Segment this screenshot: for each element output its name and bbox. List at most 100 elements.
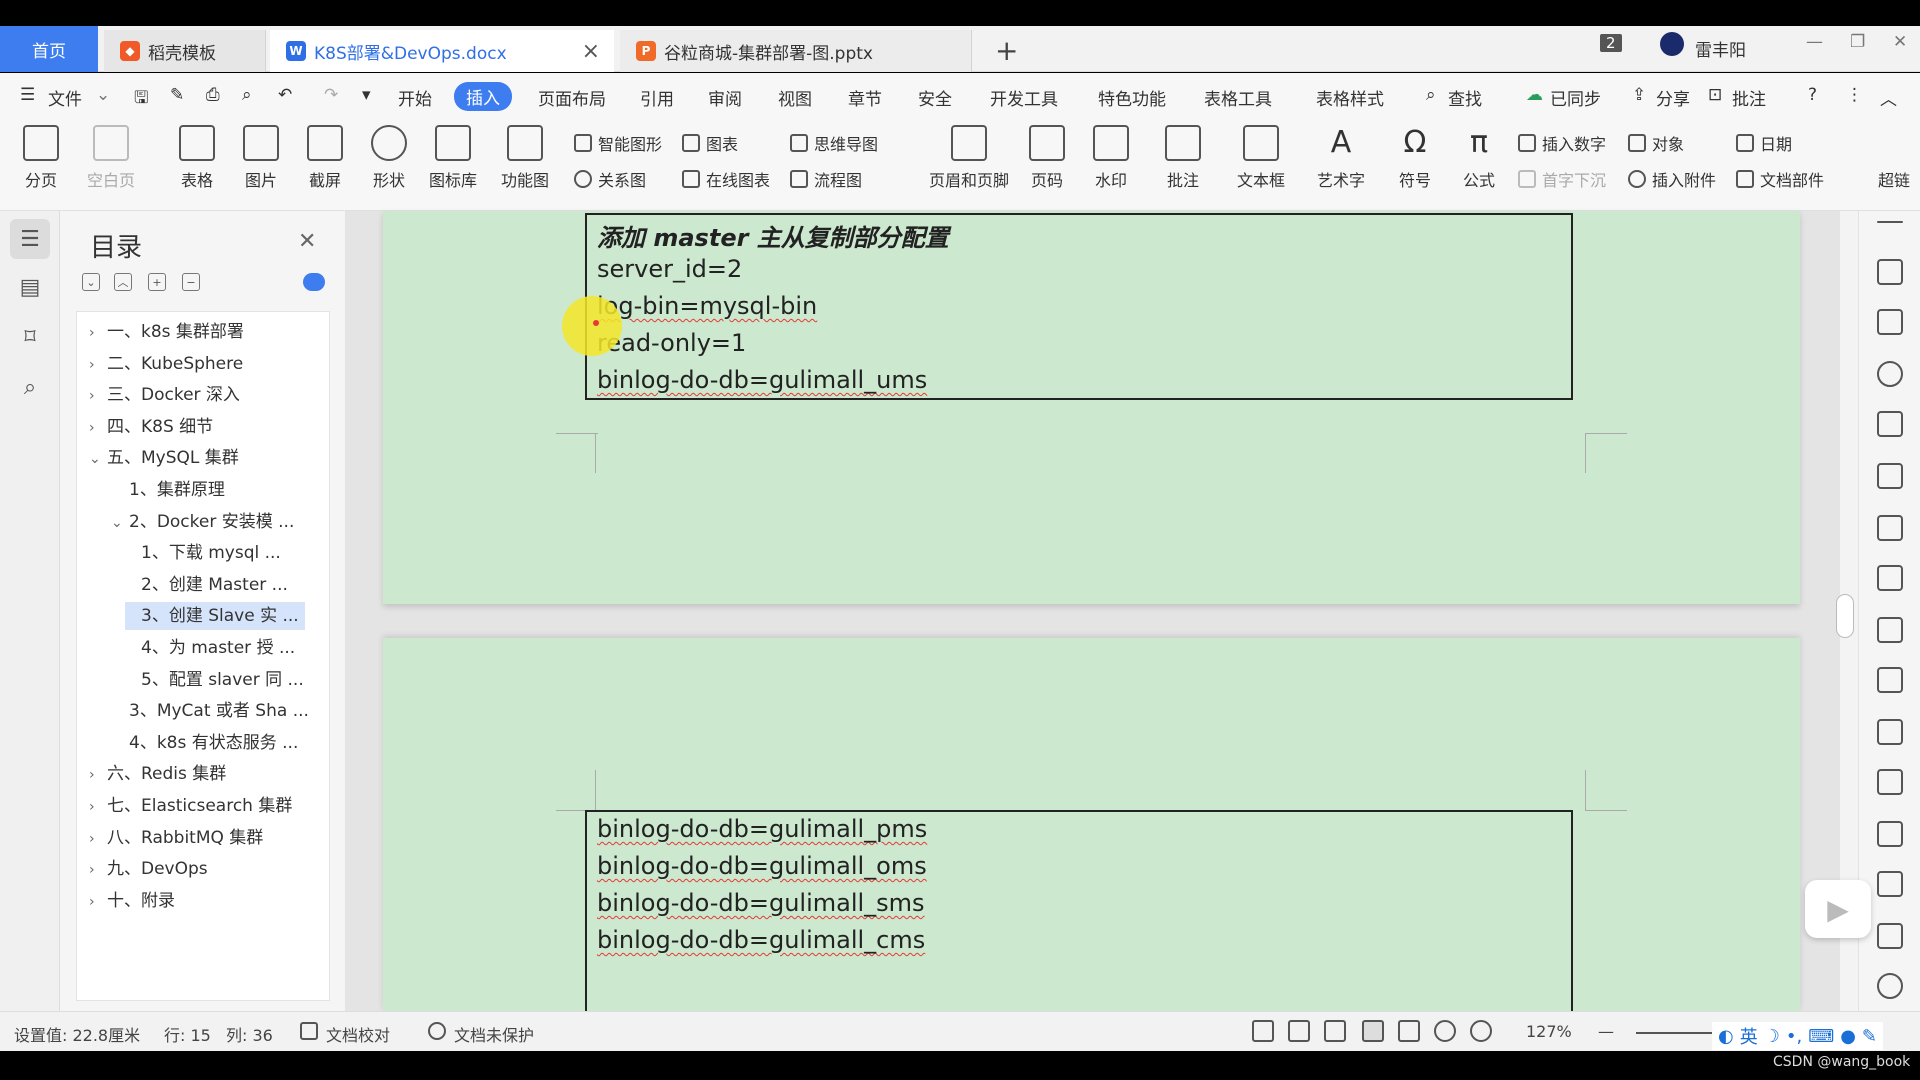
shapes-icon[interactable] (1877, 411, 1903, 437)
video-play-icon[interactable]: ▶ (1805, 880, 1871, 938)
toc-item[interactable]: › 一、k8s 集群部署 (77, 318, 329, 346)
tab-doc[interactable]: W K8S部署&DevOps.docx × (270, 30, 614, 72)
chevron-right-icon[interactable]: › (89, 825, 107, 852)
toc-item[interactable]: 1、下载 mysql ... (125, 539, 305, 567)
chevron-right-icon[interactable]: › (89, 319, 107, 346)
shape-button[interactable]: 形状 (354, 125, 424, 191)
toc-item[interactable]: 2、创建 Master ... (125, 571, 305, 599)
text-style-icon[interactable] (1877, 463, 1903, 489)
remove-heading-icon[interactable]: − (182, 273, 200, 291)
screenshot-button[interactable]: 截屏 (290, 125, 360, 191)
menu-page-layout[interactable]: 页面布局 (538, 85, 606, 110)
toc-item[interactable]: › 十、附录 (77, 887, 329, 915)
window-count-badge[interactable]: 2 (1600, 34, 1622, 52)
chevron-down-icon[interactable]: ⌄ (96, 85, 110, 105)
chevron-down-icon[interactable]: ⌄ (111, 509, 129, 536)
ime-toolbar[interactable]: ◐ 英 ☽ •, ⌨ ● ✎ (1712, 1022, 1883, 1050)
doc-parts-button[interactable]: 文档部件 (1736, 167, 1824, 191)
menu-dev-tools[interactable]: 开发工具 (990, 85, 1058, 110)
menu-sync[interactable]: 已同步 (1550, 85, 1601, 110)
chart-button[interactable]: 图表 (682, 131, 738, 155)
add-heading-icon[interactable]: + (148, 273, 166, 291)
pen-icon[interactable] (1877, 259, 1903, 285)
drag-handle-icon[interactable] (1877, 221, 1903, 223)
fullscreen-icon[interactable] (1252, 1020, 1274, 1042)
menu-search[interactable]: 查找 (1448, 85, 1482, 110)
menu-review[interactable]: 审阅 (708, 85, 742, 110)
formula-button[interactable]: π 公式 (1444, 125, 1514, 191)
undo-icon[interactable]: ↶ (278, 85, 292, 105)
tab-ppt[interactable]: P 谷粒商城-集群部署-图.pptx (620, 30, 972, 72)
chevron-right-icon[interactable]: › (89, 382, 107, 409)
picture-side-icon[interactable] (1877, 923, 1903, 949)
comment-insert-button[interactable]: 批注 (1148, 125, 1218, 191)
ime-lang[interactable]: 英 (1740, 1023, 1758, 1049)
hyperlink-button[interactable]: 超链 (1878, 167, 1910, 191)
shield-icon[interactable] (1877, 973, 1903, 999)
format-painter-icon[interactable]: ✎ (170, 85, 184, 105)
menu-references[interactable]: 引用 (640, 85, 674, 110)
search-icon[interactable]: ⌕ (1426, 85, 1436, 105)
toc-item[interactable]: ⌄ 2、Docker 安装模 ... (77, 508, 329, 536)
toc-item[interactable]: › 八、RabbitMQ 集群 (77, 824, 329, 852)
collapse-all-icon[interactable]: ︿ (114, 273, 132, 291)
menu-file[interactable]: 文件 (48, 85, 82, 110)
code-line[interactable]: binlog-do-db=gulimall_sms (597, 889, 925, 917)
toc-item[interactable]: 4、为 master 授 ... (125, 634, 305, 662)
bookmark-icon[interactable]: ⌑ (10, 317, 50, 357)
hamburger-icon[interactable]: ☰ (20, 85, 35, 105)
avatar[interactable] (1660, 32, 1684, 56)
chevron-right-icon[interactable]: › (89, 793, 107, 820)
close-icon[interactable]: ✕ (298, 229, 316, 254)
comment-icon[interactable]: ⊡ (1708, 85, 1722, 105)
customize-icon[interactable]: ▾ (362, 85, 371, 105)
toc-item[interactable]: › 七、Elasticsearch 集群 (77, 792, 329, 820)
help-icon[interactable]: ? (1808, 85, 1817, 105)
zoom-level[interactable]: 127% (1526, 1022, 1572, 1041)
new-tab-button[interactable]: + (995, 34, 1018, 67)
grid-icon[interactable] (1877, 565, 1903, 591)
code-line[interactable]: binlog-do-db=gulimall_cms (597, 926, 925, 954)
bar-chart-icon[interactable] (1877, 617, 1903, 643)
toc-item[interactable]: › 四、K8S 细节 (77, 413, 329, 441)
toc-item[interactable]: 3、创建 Slave 实 ... (125, 602, 305, 631)
chevron-right-icon[interactable]: › (89, 856, 107, 883)
zoom-out-button[interactable]: — (1598, 1022, 1614, 1041)
textbox-button[interactable]: 文本框 (1226, 125, 1296, 191)
code-line[interactable]: binlog-do-db=gulimall_oms (597, 852, 927, 880)
chevron-right-icon[interactable]: › (89, 414, 107, 441)
toc-item[interactable]: › 二、KubeSphere (77, 350, 329, 378)
smart-art-button[interactable]: 智能图形 (574, 131, 662, 155)
print-preview-icon[interactable]: ⌕ (242, 85, 252, 105)
eye-protect-icon[interactable] (1470, 1020, 1492, 1042)
cursor-icon[interactable] (1877, 309, 1903, 335)
proofread-icon[interactable] (300, 1022, 318, 1040)
menu-section[interactable]: 章节 (848, 85, 882, 110)
image-gallery-icon[interactable] (1877, 719, 1903, 745)
cloud-sync-icon[interactable]: ☁ (1526, 85, 1543, 105)
read-mode-icon[interactable] (1288, 1020, 1310, 1042)
function-chart-button[interactable]: 功能图 (490, 125, 560, 191)
menu-features[interactable]: 特色功能 (1098, 85, 1166, 110)
tab-home[interactable]: 首页 (0, 26, 98, 72)
table-button[interactable]: 表格 (162, 125, 232, 191)
more-icon[interactable]: ⋮ (1846, 85, 1863, 105)
toc-item[interactable]: 1、集群原理 (77, 476, 329, 504)
chevron-right-icon[interactable]: › (89, 888, 107, 915)
watermark-button[interactable]: 水印 (1076, 125, 1146, 191)
restore-button[interactable]: ❐ (1850, 32, 1865, 52)
share-icon[interactable]: ⇪ (1632, 85, 1646, 105)
archive-icon[interactable] (1877, 871, 1903, 897)
chevron-right-icon[interactable]: › (89, 761, 107, 788)
redo-icon[interactable]: ↷ (324, 85, 338, 105)
export-icon[interactable] (1877, 769, 1903, 795)
settings-sliders-icon[interactable] (1877, 667, 1903, 693)
status-proof[interactable]: 文档校对 (326, 1022, 390, 1046)
web-view-icon[interactable] (1434, 1020, 1456, 1042)
menu-security[interactable]: 安全 (918, 85, 952, 110)
picture-button[interactable]: 图片 (226, 125, 296, 191)
toc-item[interactable]: ⌄ 五、MySQL 集群 (77, 444, 329, 472)
close-button[interactable]: ✕ (1893, 32, 1907, 52)
save-icon[interactable]: 🖫 (134, 85, 148, 114)
date-button[interactable]: 日期 (1736, 131, 1792, 155)
